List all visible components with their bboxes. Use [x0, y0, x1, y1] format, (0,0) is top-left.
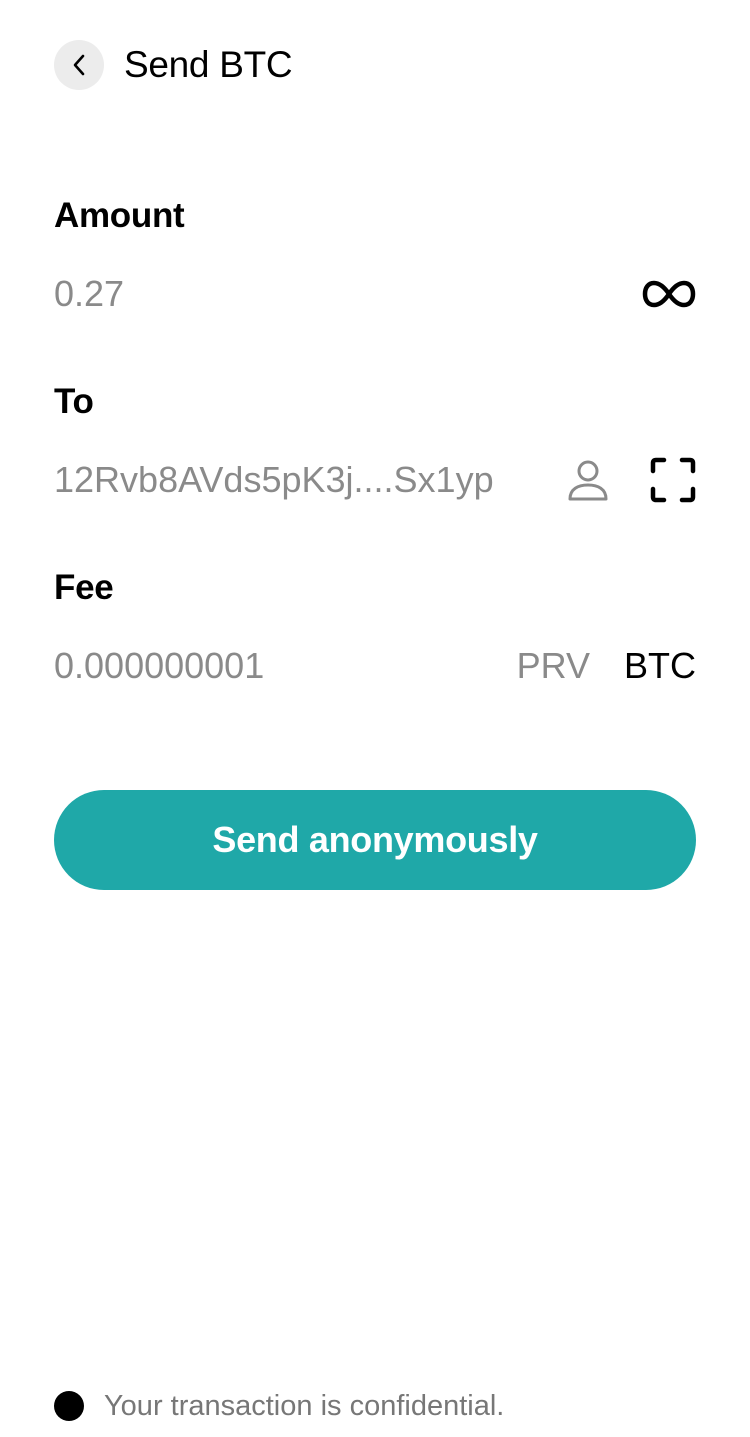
header: Send BTC: [54, 40, 293, 90]
page-title: Send BTC: [124, 44, 293, 85]
amount-row: [54, 264, 696, 324]
recipient-address-input[interactable]: [54, 459, 538, 501]
to-row: [54, 450, 696, 510]
status-dot-icon: [54, 1391, 84, 1421]
person-icon: [568, 460, 608, 501]
infinity-icon: [642, 280, 696, 308]
amount-label: Amount: [54, 196, 185, 235]
scan-qr-icon: [650, 457, 696, 503]
chevron-left-icon: [73, 54, 85, 76]
fee-option-prv[interactable]: PRV: [517, 645, 590, 687]
fee-row: PRV BTC: [54, 636, 696, 696]
fee-input[interactable]: [54, 645, 517, 687]
scan-qr-button[interactable]: [650, 457, 696, 503]
fee-option-btc[interactable]: BTC: [624, 645, 696, 687]
footer: Your transaction is confidential.: [54, 1388, 504, 1424]
fee-label: Fee: [54, 568, 114, 607]
to-label: To: [54, 382, 94, 421]
fee-currency-toggle: PRV BTC: [517, 645, 696, 687]
contacts-button[interactable]: [566, 457, 610, 503]
amount-input[interactable]: [54, 273, 642, 315]
send-anonymously-button[interactable]: Send anonymously: [54, 790, 696, 890]
confidential-notice: Your transaction is confidential.: [104, 1389, 505, 1422]
back-button[interactable]: [54, 40, 104, 90]
max-amount-button[interactable]: [642, 279, 696, 309]
